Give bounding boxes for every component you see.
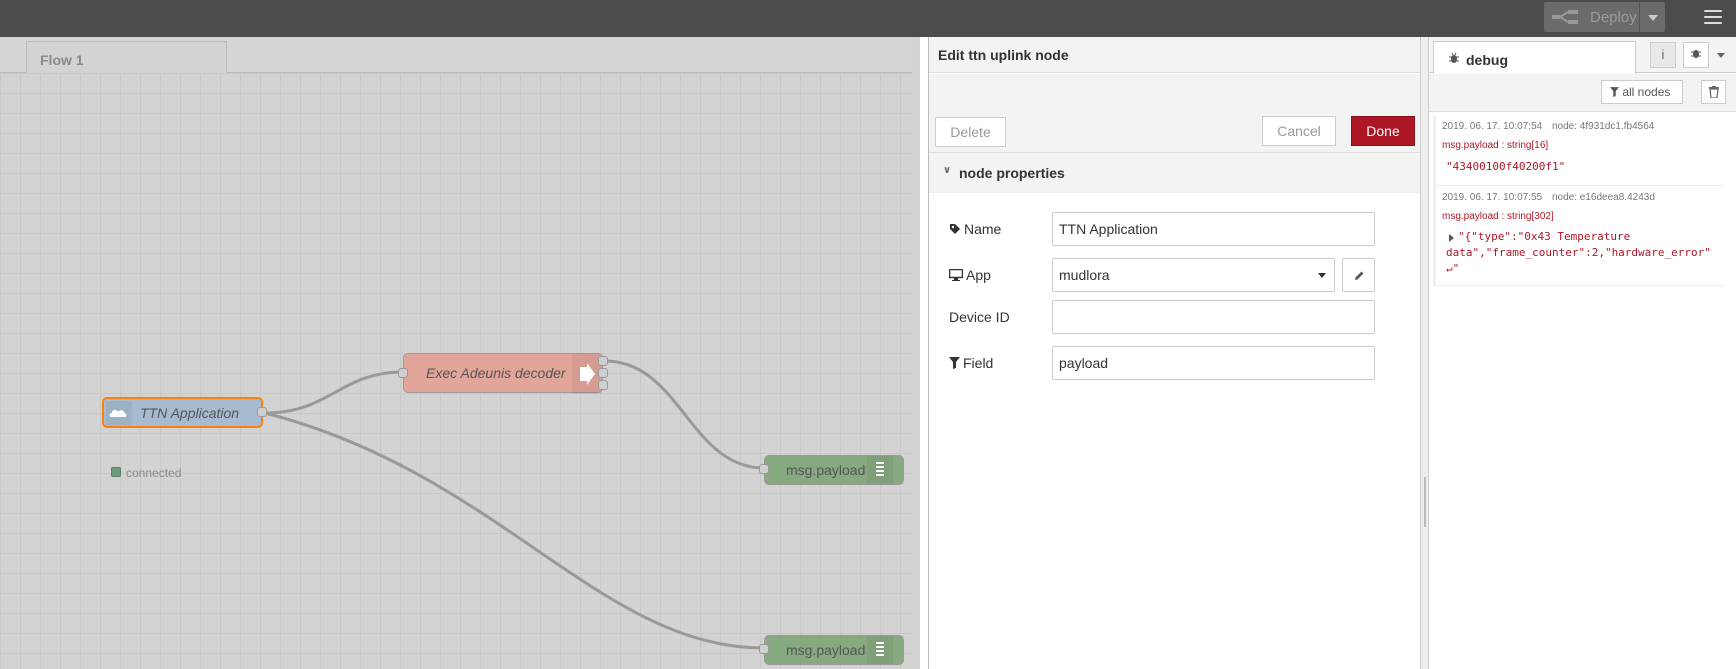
node-label: msg.payload [786,462,866,478]
filter-all-nodes-button[interactable]: all nodes [1601,80,1683,104]
wire-ttn-decoder [264,370,404,415]
name-input[interactable]: TTN Application [1052,212,1375,246]
node-output-port-3[interactable] [598,380,608,390]
status-indicator [111,467,121,477]
delete-button[interactable]: Delete [935,117,1006,147]
message-value-line-3: ↵" [1446,262,1460,275]
node-status: connected [126,466,182,480]
menu-icon[interactable] [1704,10,1722,24]
name-row: Name TTN Application [929,212,1429,246]
message-value-line-1: "{"type":"0x43 Temperature [1458,230,1631,243]
tag-icon [950,224,960,234]
node-label: TTN Application [140,404,240,421]
bug-icon [1691,50,1701,58]
node-properties-section[interactable]: ∨ node properties [929,153,1429,193]
wire-decoder-debug1 [604,359,765,470]
debug-message[interactable]: 2019. 06. 17. 10:07:54 node: 4f931dc1.fb… [1433,116,1725,186]
debug-message[interactable]: 2019. 06. 17. 10:07:55 node: e16deea8.42… [1433,186,1725,286]
name-label-wrap: Name [949,221,1001,237]
node-debug-1[interactable]: msg.payload [764,455,904,485]
message-value-line-2: data","frame_counter":2,"hardware_error" [1446,246,1711,259]
node-output-port-2[interactable] [598,368,608,378]
node-label: msg.payload [786,642,866,658]
wire-ttn-debug2 [264,411,765,650]
deploy-icon [1552,10,1578,24]
message-topic: msg.payload : string[302] [1442,211,1554,222]
message-timestamp: 2019. 06. 17. 10:07:55 [1442,192,1543,203]
message-timestamp: 2019. 06. 17. 10:07:54 [1442,121,1543,132]
app-label: App [966,267,991,283]
deploy-divider [1639,2,1640,32]
tab-flow-1[interactable]: Flow 1 [26,41,227,74]
sidebar-tabbar: debug i [1429,37,1736,74]
node-input-port[interactable] [759,464,769,474]
cancel-button[interactable]: Cancel [1262,116,1336,146]
clear-messages-button[interactable] [1701,80,1726,104]
select-caret-icon [1318,273,1326,278]
debug-tab-label: debug [1466,52,1508,68]
filter-icon [949,357,960,369]
node-output-port-1[interactable] [598,356,608,366]
workspace: Flow 1 TTN Application connected Exec Ad… [0,37,912,669]
sidebar-dropdown-icon[interactable] [1717,53,1725,58]
field-row: Field payload [929,346,1429,380]
filter-label: all nodes [1622,85,1671,99]
debug-sidebar: debug i all nodes 2019. 06. 17. 10:07:54… [1428,37,1736,669]
app-edit-button[interactable] [1342,258,1375,292]
debug-list-icon [867,636,893,664]
sidebar-toolbar [1429,74,1736,112]
field-label: Field [963,355,994,371]
tray-toolbar: Delete Cancel Done [929,74,1429,153]
app-label-wrap: App [948,267,991,283]
info-icon[interactable]: i [1650,42,1676,68]
sidebar-splitter[interactable] [1420,37,1428,669]
cloud-icon [106,401,132,425]
app-select-value: mudlora [1059,267,1110,283]
node-label: Exec Adeunis decoder [426,365,566,381]
pencil-icon [1355,271,1364,280]
bug-tab-icon[interactable] [1683,42,1709,68]
device-label: Device ID [949,309,1010,325]
message-node-id: node: e16deea8.4243d [1552,192,1655,203]
node-input-port[interactable] [759,644,769,654]
desktop-icon [948,268,964,281]
trash-icon [1709,86,1719,98]
debug-list-icon [867,456,893,484]
app-row: App mudlora [929,258,1429,292]
field-label-wrap: Field [949,355,993,371]
node-ttn-application[interactable]: TTN Application [102,397,263,428]
deploy-dropdown-icon[interactable] [1648,15,1658,21]
bug-icon [1449,52,1459,63]
message-value: "43400100f40200f1" [1446,160,1566,173]
section-title: node properties [959,165,1065,181]
node-exec-decoder[interactable]: Exec Adeunis decoder [403,353,603,394]
tab-debug[interactable]: debug [1433,41,1636,74]
deploy-label: Deploy [1590,9,1637,26]
done-button[interactable]: Done [1351,116,1415,146]
app-select[interactable]: mudlora [1052,258,1335,292]
name-label: Name [964,221,1002,237]
header-bar: Deploy [0,0,1736,37]
edit-tray-panel: Edit ttn uplink node Delete Cancel Done … [928,37,1429,669]
splitter-grip[interactable] [1424,477,1426,527]
filter-icon [1610,87,1619,97]
expand-caret-icon[interactable] [1449,234,1454,242]
edit-tray: Edit ttn uplink node Delete Cancel Done … [912,37,1429,669]
field-input[interactable]: payload [1052,346,1375,380]
device-id-input[interactable] [1052,300,1375,334]
chevron-down-icon: ∨ [943,165,952,176]
deploy-button[interactable]: Deploy [1544,2,1665,32]
tray-title: Edit ttn uplink node [929,37,1429,73]
node-input-port[interactable] [398,368,408,378]
flow-canvas[interactable]: TTN Application connected Exec Adeunis d… [0,73,912,669]
message-topic: msg.payload : string[16] [1442,140,1549,151]
workspace-tabbar: Flow 1 [0,37,912,74]
message-node-id: node: 4f931dc1.fb4564 [1552,121,1655,132]
node-debug-2[interactable]: msg.payload [764,635,904,665]
device-row: Device ID [929,300,1429,334]
node-output-port[interactable] [257,407,267,417]
